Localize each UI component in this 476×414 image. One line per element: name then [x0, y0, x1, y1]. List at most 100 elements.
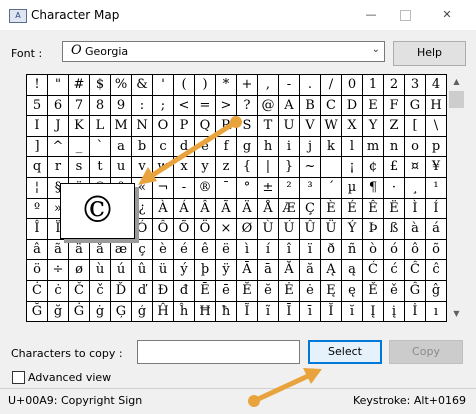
character-cell[interactable]: ~ — [300, 157, 321, 178]
character-cell[interactable]: C — [321, 95, 342, 117]
character-cell[interactable]: b — [132, 136, 153, 158]
character-cell[interactable]: k — [321, 136, 342, 158]
character-cell[interactable]: Ê — [363, 198, 384, 220]
character-cell[interactable]: ě — [384, 280, 405, 302]
character-cell[interactable]: U — [279, 116, 300, 137]
character-cell[interactable]: ì — [237, 239, 258, 261]
character-cell[interactable]: ĭ — [342, 301, 363, 323]
scroll-thumb[interactable] — [449, 91, 464, 108]
character-cell[interactable]: D — [342, 95, 363, 117]
character-cell[interactable]: ê — [195, 239, 216, 261]
character-cell[interactable]: ă — [300, 260, 321, 281]
character-cell[interactable]: ® — [195, 177, 216, 199]
character-cell[interactable]: T — [258, 116, 279, 137]
character-cell[interactable]: Û — [300, 219, 321, 240]
character-cell[interactable]: x — [174, 157, 195, 178]
character-cell[interactable]: p — [426, 136, 447, 158]
character-cell[interactable]: Á — [174, 198, 195, 220]
character-cell[interactable]: Ā — [237, 260, 258, 281]
character-cell[interactable]: × — [216, 219, 237, 240]
character-cell[interactable]: İ — [405, 301, 426, 323]
character-cell[interactable]: Ć — [363, 260, 384, 281]
character-cell[interactable]: Ħ — [195, 301, 216, 323]
character-cell[interactable]: ø — [69, 260, 90, 281]
character-cell[interactable]: ¥ — [426, 157, 447, 178]
character-cell[interactable]: ċ — [48, 280, 69, 302]
select-button[interactable]: Select — [308, 340, 382, 364]
character-cell[interactable]: Ċ — [27, 280, 48, 302]
character-cell[interactable]: Ü — [321, 219, 342, 240]
character-cell[interactable]: Ô — [153, 219, 174, 240]
character-cell[interactable]: 7 — [69, 95, 90, 117]
character-cell[interactable]: E — [363, 95, 384, 117]
character-cell[interactable]: 4 — [426, 75, 447, 96]
character-cell[interactable]: ï — [300, 239, 321, 261]
character-cell[interactable]: Į — [363, 301, 384, 323]
character-cell[interactable]: { — [237, 157, 258, 178]
character-cell[interactable]: I — [27, 116, 48, 137]
character-cell[interactable]: Č — [69, 280, 90, 302]
character-cell[interactable]: * — [216, 75, 237, 96]
character-cell[interactable]: ģ — [132, 301, 153, 323]
character-cell[interactable]: Â — [195, 198, 216, 220]
character-cell[interactable]: 1 — [363, 75, 384, 96]
character-cell[interactable]: ¬ — [153, 177, 174, 199]
character-cell[interactable]: ; — [153, 95, 174, 117]
character-cell[interactable]: G — [405, 95, 426, 117]
character-cell[interactable]: É — [342, 198, 363, 220]
character-cell[interactable]: º — [27, 198, 48, 220]
character-cell[interactable]: Ă — [279, 260, 300, 281]
font-dropdown[interactable]: O Georgia ⌄ — [62, 41, 385, 62]
character-cell[interactable]: þ — [195, 260, 216, 281]
character-cell[interactable]: ( — [174, 75, 195, 96]
character-cell[interactable]: ³ — [300, 177, 321, 199]
character-cell[interactable]: ± — [258, 177, 279, 199]
character-cell[interactable]: S — [237, 116, 258, 137]
character-cell[interactable]: V — [300, 116, 321, 137]
character-cell[interactable]: 5 — [27, 95, 48, 117]
character-cell[interactable]: ¹ — [426, 177, 447, 199]
character-cell[interactable]: û — [132, 260, 153, 281]
character-cell[interactable]: Ę — [321, 280, 342, 302]
character-cell[interactable]: Ĭ — [321, 301, 342, 323]
character-cell[interactable]: ë — [216, 239, 237, 261]
character-cell[interactable]: ĥ — [174, 301, 195, 323]
character-cell[interactable]: O — [153, 116, 174, 137]
character-cell[interactable]: # — [69, 75, 90, 96]
characters-to-copy-input[interactable] — [137, 340, 300, 364]
character-cell[interactable]: đ — [174, 280, 195, 302]
character-cell[interactable]: d — [174, 136, 195, 158]
character-cell[interactable]: Ó — [132, 219, 153, 240]
character-cell[interactable]: ú — [111, 260, 132, 281]
character-cell[interactable]: ñ — [342, 239, 363, 261]
character-cell[interactable]: ė — [300, 280, 321, 302]
character-cell[interactable]: g — [237, 136, 258, 158]
character-cell[interactable]: Ë — [384, 198, 405, 220]
character-cell[interactable]: Þ — [363, 219, 384, 240]
character-cell[interactable]: 2 — [384, 75, 405, 96]
character-cell[interactable]: ı — [426, 301, 447, 323]
character-cell[interactable]: : — [132, 95, 153, 117]
character-cell[interactable]: ġ — [90, 301, 111, 323]
character-cell[interactable]: ó — [384, 239, 405, 261]
character-cell[interactable]: B — [300, 95, 321, 117]
character-cell[interactable]: - — [174, 177, 195, 199]
character-cell[interactable]: F — [384, 95, 405, 117]
character-cell[interactable]: a — [111, 136, 132, 158]
character-cell[interactable]: ` — [90, 136, 111, 158]
character-cell[interactable]: ĩ — [258, 301, 279, 323]
character-cell[interactable]: 6 — [48, 95, 69, 117]
character-cell[interactable]: â — [27, 239, 48, 261]
character-cell[interactable]: ĉ — [426, 260, 447, 281]
character-cell[interactable]: \ — [426, 116, 447, 137]
character-cell[interactable]: } — [279, 157, 300, 178]
character-cell[interactable]: Đ — [153, 280, 174, 302]
character-cell[interactable]: 0 — [342, 75, 363, 96]
character-cell[interactable]: 9 — [111, 95, 132, 117]
character-cell[interactable]: æ — [111, 239, 132, 261]
character-cell[interactable]: ã — [48, 239, 69, 261]
character-cell[interactable]: | — [258, 157, 279, 178]
character-cell[interactable]: ď — [132, 280, 153, 302]
character-cell[interactable]: Ė — [279, 280, 300, 302]
character-cell[interactable]: ý — [174, 260, 195, 281]
